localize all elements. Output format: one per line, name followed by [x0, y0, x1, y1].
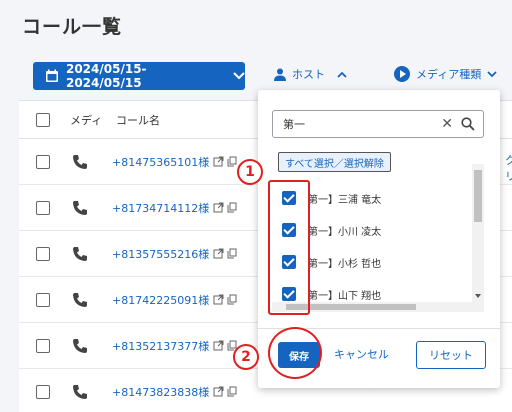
annotation-badge-2: 2: [233, 344, 259, 370]
column-call-name: コール名: [116, 113, 160, 127]
vertical-scrollbar[interactable]: [472, 164, 484, 302]
host-filter-label: ホスト: [292, 68, 325, 81]
phone-icon: [73, 246, 87, 261]
cancel-button[interactable]: キャンセル: [334, 346, 389, 362]
annotation-highlight-checkboxes: [268, 180, 310, 315]
row-checkbox[interactable]: [36, 246, 50, 261]
date-range-label: 2024/05/15-2024/05/15: [65, 62, 147, 90]
host-name: 第一】小杉 哲也: [308, 258, 382, 270]
date-range-button[interactable]: 2024/05/15-2024/05/15: [33, 62, 245, 90]
copy-icon[interactable]: [227, 202, 237, 213]
search-icon[interactable]: [461, 117, 475, 131]
chevron-up-icon: [337, 71, 347, 78]
reset-button[interactable]: リセット: [416, 341, 486, 369]
phone-icon: [73, 292, 87, 307]
select-all-checkbox[interactable]: [36, 112, 50, 127]
copy-icon[interactable]: [227, 294, 237, 305]
phone-icon: [73, 384, 87, 399]
call-name-link[interactable]: +81734714112様: [112, 200, 209, 216]
chevron-down-icon: [233, 72, 245, 80]
row-checkbox[interactable]: [36, 200, 50, 215]
phone-icon: [73, 200, 87, 215]
host-name: 第一】小川 凌太: [308, 226, 382, 238]
phone-icon: [73, 338, 87, 353]
open-external-icon[interactable]: [213, 156, 224, 167]
page-title: コール一覧: [22, 16, 123, 38]
phone-icon: [73, 154, 87, 169]
host-name: 第一】三浦 竜太: [308, 194, 382, 206]
open-external-icon[interactable]: [213, 294, 224, 305]
host-search-input[interactable]: 第一 ✕: [272, 110, 484, 138]
annotation-badge-1: 1: [237, 159, 263, 185]
call-name-link[interactable]: +81473823838様: [112, 384, 209, 400]
calendar-icon: [45, 69, 58, 82]
media-type-filter[interactable]: メディア種類: [394, 66, 497, 82]
select-all-toggle-button[interactable]: すべて選択／選択解除: [278, 152, 391, 172]
open-external-icon[interactable]: [213, 386, 224, 397]
copy-icon[interactable]: [227, 386, 237, 397]
host-filter[interactable]: ホスト: [274, 66, 347, 82]
clinic-name-text[interactable]: クリ: [505, 152, 512, 184]
call-name-link[interactable]: +81357555216様: [112, 246, 209, 262]
scrollbar-thumb[interactable]: [474, 170, 482, 222]
annotation-highlight-save: [268, 327, 322, 379]
call-name-link[interactable]: +81352137377様: [112, 338, 209, 354]
open-external-icon[interactable]: [213, 340, 224, 351]
call-name-link[interactable]: +81742225091様: [112, 292, 209, 308]
play-icon: [394, 66, 410, 82]
copy-icon[interactable]: [227, 156, 237, 167]
clear-icon[interactable]: ✕: [441, 116, 453, 132]
row-checkbox[interactable]: [36, 154, 50, 169]
row-checkbox[interactable]: [36, 292, 50, 307]
chevron-down-icon: [487, 70, 497, 77]
media-filter-label: メディア種類: [416, 68, 482, 81]
call-name-link[interactable]: +81475365101様: [112, 154, 209, 170]
row-checkbox[interactable]: [36, 384, 50, 399]
open-external-icon[interactable]: [213, 248, 224, 259]
search-value: 第一: [283, 118, 305, 131]
open-external-icon[interactable]: [213, 202, 224, 213]
host-name: 第一】山下 翔也: [308, 290, 382, 302]
copy-icon[interactable]: [227, 248, 237, 259]
person-icon: [274, 68, 286, 81]
column-media: メディ: [70, 113, 103, 127]
row-checkbox[interactable]: [36, 338, 50, 353]
scroll-down-arrow-icon[interactable]: [475, 294, 481, 298]
